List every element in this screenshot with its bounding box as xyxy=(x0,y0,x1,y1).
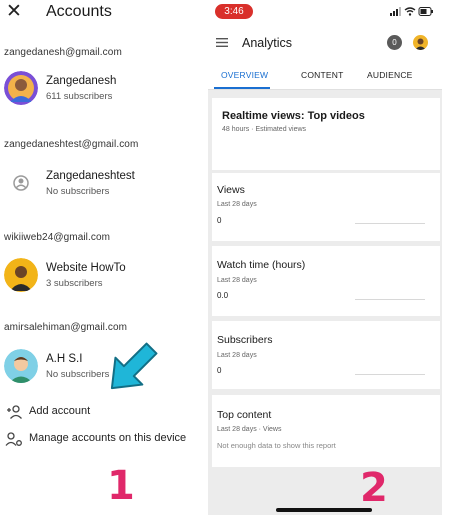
account-subscribers: No subscribers xyxy=(46,186,110,197)
manage-accounts-button[interactable]: Manage accounts on this device xyxy=(0,429,204,451)
metric-period: Last 28 days xyxy=(217,352,257,359)
subscribers-card[interactable]: Subscribers Last 28 days 0 xyxy=(212,321,440,389)
realtime-card[interactable]: Realtime views: Top videos 48 hours · Es… xyxy=(212,98,440,170)
account-name: Zangedaneshtest xyxy=(46,170,135,182)
manage-accounts-icon xyxy=(5,432,22,446)
wifi-icon xyxy=(404,7,416,16)
sparkline xyxy=(355,374,425,375)
account-name: Website HowTo xyxy=(46,262,126,274)
metric-value: 0 xyxy=(217,366,222,375)
profile-avatar[interactable] xyxy=(413,35,428,50)
status-time: 3:46 xyxy=(215,4,253,19)
status-icons xyxy=(390,7,433,16)
home-indicator[interactable] xyxy=(276,508,372,512)
notification-badge[interactable]: 0 xyxy=(387,35,402,50)
metric-title: Views xyxy=(217,184,245,196)
active-tab-indicator xyxy=(214,87,270,89)
accounts-header: ✕ Accounts xyxy=(0,0,204,26)
top-content-message: Not enough data to show this report xyxy=(217,441,336,450)
account-item[interactable]: Zangedanesh 611 subscribers xyxy=(0,69,204,115)
avatar xyxy=(4,258,38,292)
account-email: wikiiweb24@gmail.com xyxy=(4,232,111,243)
top-content-title: Top content xyxy=(217,409,272,421)
analytics-panel: 3:46 Analytics 0 OVERVIEW CONTENT AUDIEN… xyxy=(208,0,442,515)
step-number: 1 xyxy=(107,463,135,509)
tab-content[interactable]: CONTENT xyxy=(301,70,343,80)
account-email: amirsalehiman@gmail.com xyxy=(4,322,128,333)
step-number: 2 xyxy=(360,465,388,511)
accounts-panel: ✕ Accounts zangedanesh@gmail.com Zangeda… xyxy=(0,0,204,515)
avatar xyxy=(4,349,38,383)
metric-period: Last 28 days xyxy=(217,277,257,284)
add-account-label: Add account xyxy=(29,405,91,417)
account-email: zangedanesh@gmail.com xyxy=(4,47,122,58)
default-avatar-icon xyxy=(4,166,38,200)
account-name: Zangedanesh xyxy=(46,75,117,87)
avatar xyxy=(4,71,38,105)
metric-value: 0.0 xyxy=(217,291,229,300)
signal-icon xyxy=(390,7,401,16)
sparkline xyxy=(355,223,425,224)
app-title: Analytics xyxy=(242,36,293,50)
realtime-title: Realtime views: Top videos xyxy=(222,110,365,122)
top-content-card[interactable]: Top content Last 28 days · Views Not eno… xyxy=(212,395,440,467)
realtime-subtitle: 48 hours · Estimated views xyxy=(222,126,307,133)
metric-value: 0 xyxy=(217,216,222,225)
metric-title: Subscribers xyxy=(217,334,273,346)
account-item[interactable]: Zangedaneshtest No subscribers xyxy=(0,164,204,210)
account-email: zangedaneshtest@gmail.com xyxy=(4,139,139,150)
account-subscribers: 611 subscribers xyxy=(46,91,113,102)
sparkline xyxy=(355,299,425,300)
add-person-icon xyxy=(7,405,22,419)
tab-overview[interactable]: OVERVIEW xyxy=(221,70,268,80)
add-account-button[interactable]: Add account xyxy=(0,402,204,424)
manage-accounts-label: Manage accounts on this device xyxy=(29,432,187,444)
views-card[interactable]: Views Last 28 days 0 xyxy=(212,173,440,241)
top-content-subtitle: Last 28 days · Views xyxy=(217,426,282,433)
app-bar: Analytics 0 xyxy=(208,24,442,60)
account-item[interactable]: Website HowTo 3 subscribers xyxy=(0,256,204,302)
account-name: A.H S.I xyxy=(46,353,83,365)
metric-period: Last 28 days xyxy=(217,201,257,208)
watch-time-card[interactable]: Watch time (hours) Last 28 days 0.0 xyxy=(212,246,440,316)
metric-title: Watch time (hours) xyxy=(217,259,306,271)
tab-audience[interactable]: AUDIENCE xyxy=(367,70,413,80)
battery-icon xyxy=(418,7,433,16)
account-subscribers: 3 subscribers xyxy=(46,278,103,289)
accounts-title: Accounts xyxy=(46,3,112,20)
menu-icon[interactable] xyxy=(216,38,228,47)
status-bar: 3:46 xyxy=(208,0,442,24)
tab-bar: OVERVIEW CONTENT AUDIENCE xyxy=(208,60,442,90)
close-icon[interactable]: ✕ xyxy=(6,2,22,22)
pointer-arrow-icon xyxy=(110,342,158,390)
